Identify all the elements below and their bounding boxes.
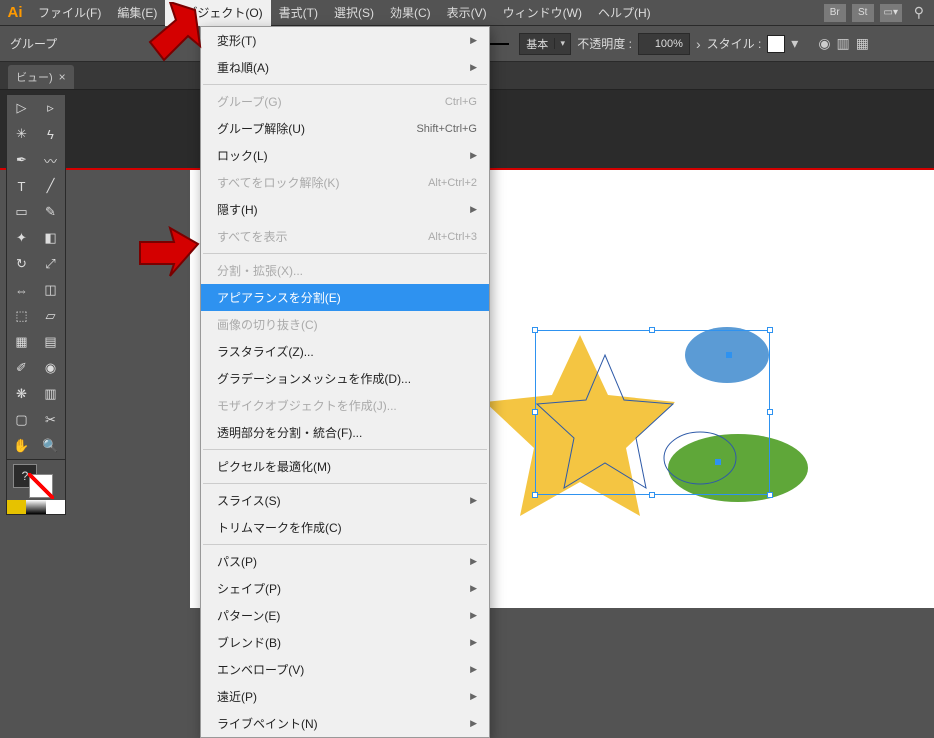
lasso-tool[interactable]: ϟ — [36, 121, 65, 147]
color-mode-gradient[interactable] — [26, 500, 45, 514]
selection-type-label: グループ — [10, 35, 57, 52]
slice-tool[interactable]: ✂ — [36, 407, 65, 433]
menu-item-重ね順a[interactable]: 重ね順(A)▶ — [201, 54, 489, 81]
style-label: スタイル : — [707, 35, 762, 52]
menu-separator — [203, 544, 487, 545]
menu-item-グループg: グループ(G)Ctrl+G — [201, 88, 489, 115]
color-mode-normal[interactable] — [7, 500, 26, 514]
menu-item-ライブペイントn[interactable]: ライブペイント(N)▶ — [201, 710, 489, 737]
opacity-input[interactable] — [638, 33, 690, 55]
magic-wand-tool[interactable]: ✳ — [7, 121, 36, 147]
color-mode-none[interactable] — [46, 500, 65, 514]
menu-ウィンドウ[interactable]: ウィンドウ(W) — [495, 0, 590, 26]
menu-選択[interactable]: 選択(S) — [326, 0, 382, 26]
menu-表示[interactable]: 表示(V) — [439, 0, 495, 26]
zoom-tool[interactable]: 🔍 — [36, 433, 65, 459]
menu-item-ロックl[interactable]: ロック(L)▶ — [201, 142, 489, 169]
menu-item-エンベロープv[interactable]: エンベロープ(V)▶ — [201, 656, 489, 683]
menu-item-すべてを表示: すべてを表示Alt+Ctrl+3 — [201, 223, 489, 250]
menu-item-隠すh[interactable]: 隠す(H)▶ — [201, 196, 489, 223]
menu-item-スライスs[interactable]: スライス(S)▶ — [201, 487, 489, 514]
fill-stroke-swatch[interactable]: ? — [7, 460, 65, 500]
menu-item-グラデーションメッシュを作成d[interactable]: グラデーションメッシュを作成(D)... — [201, 365, 489, 392]
search-icon[interactable]: ⚲ — [914, 4, 924, 21]
menu-item-透明部分を分割・統合f[interactable]: 透明部分を分割・統合(F)... — [201, 419, 489, 446]
column-graph-tool[interactable]: ▥ — [36, 381, 65, 407]
menu-item-ラスタライズz[interactable]: ラスタライズ(Z)... — [201, 338, 489, 365]
transform-icon[interactable]: ▦ — [856, 35, 869, 52]
curvature-tool[interactable]: 〰 — [36, 147, 65, 173]
menu-item-遠近p[interactable]: 遠近(P)▶ — [201, 683, 489, 710]
stock-button[interactable]: St — [852, 4, 874, 22]
type-tool[interactable]: T — [7, 173, 36, 199]
free-transform-tool[interactable]: ◫ — [36, 277, 65, 303]
artboard-tool[interactable]: ▢ — [7, 407, 36, 433]
rectangle-tool[interactable]: ▭ — [7, 199, 36, 225]
menu-item-グループ解除u[interactable]: グループ解除(U)Shift+Ctrl+G — [201, 115, 489, 142]
menu-item-アピアランスを分割e[interactable]: アピアランスを分割(E) — [201, 284, 489, 311]
stroke-profile-dropdown[interactable]: 基本▾ — [519, 33, 571, 55]
tools-panel: ▷ ▹ ✳ ϟ ✒ 〰 T ╱ ▭ ✎ ✦ ◧ ↻ ⤢ ⇔ ◫ ⬚ ▱ ▦ ▤ … — [6, 94, 66, 515]
object-menu-dropdown: 変形(T)▶重ね順(A)▶ グループ(G)Ctrl+Gグループ解除(U)Shift… — [200, 26, 490, 738]
selection-tool[interactable]: ▷ — [7, 95, 36, 121]
menu-separator — [203, 84, 487, 85]
menu-item-分割・拡張x: 分割・拡張(X)... — [201, 257, 489, 284]
menu-item-シェイプp[interactable]: シェイプ(P)▶ — [201, 575, 489, 602]
app-logo: Ai — [0, 0, 30, 26]
menu-item-画像の切り抜きc: 画像の切り抜き(C) — [201, 311, 489, 338]
close-tab-icon[interactable]: × — [59, 70, 66, 84]
width-tool[interactable]: ⇔ — [7, 277, 36, 303]
menu-item-変形t[interactable]: 変形(T)▶ — [201, 27, 489, 54]
menu-item-すべてをロック解除k: すべてをロック解除(K)Alt+Ctrl+2 — [201, 169, 489, 196]
graphic-style-swatch[interactable] — [767, 35, 785, 53]
menu-item-ブレンドb[interactable]: ブレンド(B)▶ — [201, 629, 489, 656]
menu-item-ピクセルを最適化m[interactable]: ピクセルを最適化(M) — [201, 453, 489, 480]
menu-separator — [203, 449, 487, 450]
recolor-icon[interactable]: ◉ — [818, 35, 830, 52]
eraser-tool[interactable]: ◧ — [36, 225, 65, 251]
hand-tool[interactable]: ✋ — [7, 433, 36, 459]
menu-ファイル[interactable]: ファイル(F) — [30, 0, 109, 26]
menu-separator — [203, 253, 487, 254]
bridge-button[interactable]: Br — [824, 4, 846, 22]
menu-separator — [203, 483, 487, 484]
menu-書式[interactable]: 書式(T) — [271, 0, 326, 26]
symbol-sprayer-tool[interactable]: ❋ — [7, 381, 36, 407]
menu-item-パターンe[interactable]: パターン(E)▶ — [201, 602, 489, 629]
perspective-tool[interactable]: ▱ — [36, 303, 65, 329]
align-icon[interactable]: ▥ — [837, 35, 850, 52]
menu-効果[interactable]: 効果(C) — [382, 0, 439, 26]
opacity-label: 不透明度 : — [577, 35, 632, 52]
blend-tool[interactable]: ◉ — [36, 355, 65, 381]
paintbrush-tool[interactable]: ✎ — [36, 199, 65, 225]
gradient-tool[interactable]: ▤ — [36, 329, 65, 355]
document-tab[interactable]: ビュー) × — [8, 65, 74, 89]
shape-builder-tool[interactable]: ⬚ — [7, 303, 36, 329]
pen-tool[interactable]: ✒ — [7, 147, 36, 173]
style-arrow-icon[interactable]: ▾ — [791, 35, 798, 52]
shaper-tool[interactable]: ✦ — [7, 225, 36, 251]
direct-selection-tool[interactable]: ▹ — [36, 95, 65, 121]
menu-item-トリムマークを作成c[interactable]: トリムマークを作成(C) — [201, 514, 489, 541]
line-tool[interactable]: ╱ — [36, 173, 65, 199]
scale-tool[interactable]: ⤢ — [36, 251, 65, 277]
menu-ヘルプ[interactable]: ヘルプ(H) — [590, 0, 659, 26]
document-tab-label: ビュー) — [16, 69, 53, 85]
eyedropper-tool[interactable]: ✐ — [7, 355, 36, 381]
rotate-tool[interactable]: ↻ — [7, 251, 36, 277]
workspace-switcher[interactable]: ▭▾ — [880, 4, 902, 22]
opacity-arrow-icon[interactable]: › — [696, 36, 701, 52]
selection-bounding-box — [535, 330, 770, 495]
menu-item-モザイクオブジェクトを作成j: モザイクオブジェクトを作成(J)... — [201, 392, 489, 419]
mesh-tool[interactable]: ▦ — [7, 329, 36, 355]
menu-item-パスp[interactable]: パス(P)▶ — [201, 548, 489, 575]
